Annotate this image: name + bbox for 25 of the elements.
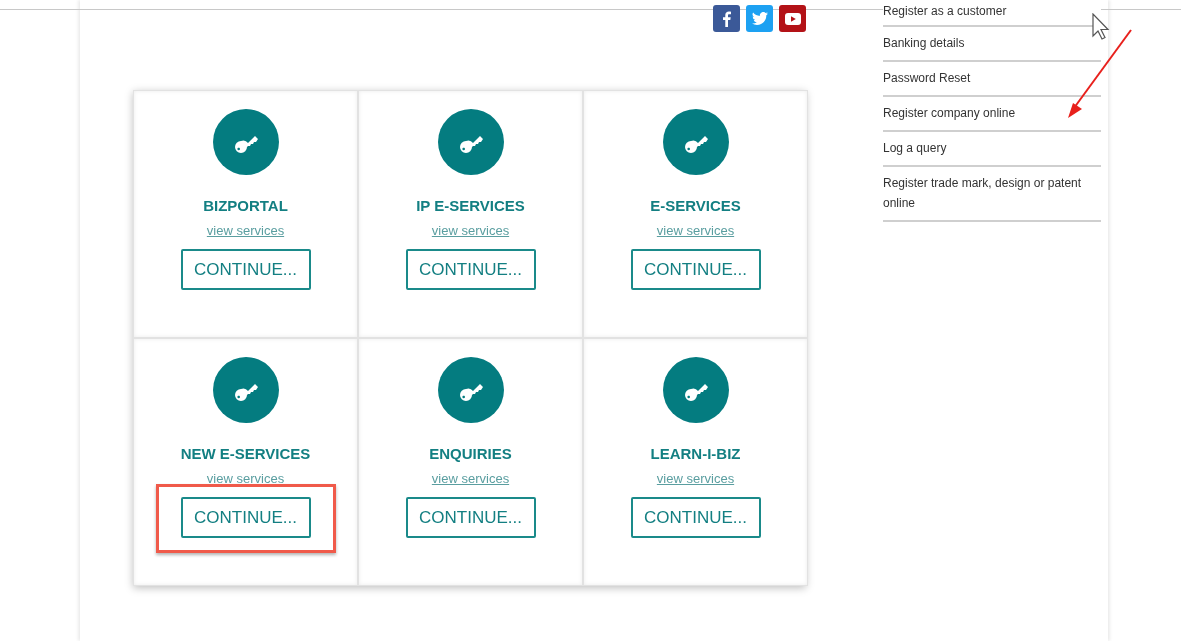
social-link[interactable]	[713, 5, 740, 32]
view-services-link[interactable]: view services	[206, 223, 285, 238]
view-services-link[interactable]: view services	[656, 471, 735, 486]
card-title: E-SERVICES	[650, 197, 741, 214]
card-title: BIZPORTAL	[203, 197, 288, 214]
pointer-icon	[1092, 13, 1112, 40]
continue-button[interactable]: CONTINUE...	[630, 497, 761, 538]
card-title: LEARN-I-BIZ	[650, 445, 741, 462]
card-title: ENQUIRIES	[429, 445, 512, 462]
continue-button[interactable]: CONTINUE...	[405, 249, 536, 290]
view-services-link[interactable]: view services	[431, 471, 510, 486]
continue-button[interactable]: CONTINUE...	[405, 497, 536, 538]
view-services-link[interactable]: view services	[431, 223, 510, 238]
sidebar-link[interactable]: Register as a customer	[883, 0, 1101, 27]
card-title: NEW E-SERVICES	[180, 445, 311, 462]
social-link[interactable]	[779, 5, 806, 32]
facebook-icon	[722, 10, 731, 27]
continue-button[interactable]: CONTINUE...	[630, 249, 761, 290]
play-icon	[784, 12, 801, 25]
continue-button[interactable]: CONTINUE...	[180, 497, 311, 538]
view-services-link[interactable]: view services	[206, 471, 285, 486]
view-services-link[interactable]: view services	[656, 223, 735, 238]
continue-button[interactable]: CONTINUE...	[180, 249, 311, 290]
card-title: IP E-SERVICES	[416, 197, 525, 214]
bird-icon	[751, 12, 768, 25]
